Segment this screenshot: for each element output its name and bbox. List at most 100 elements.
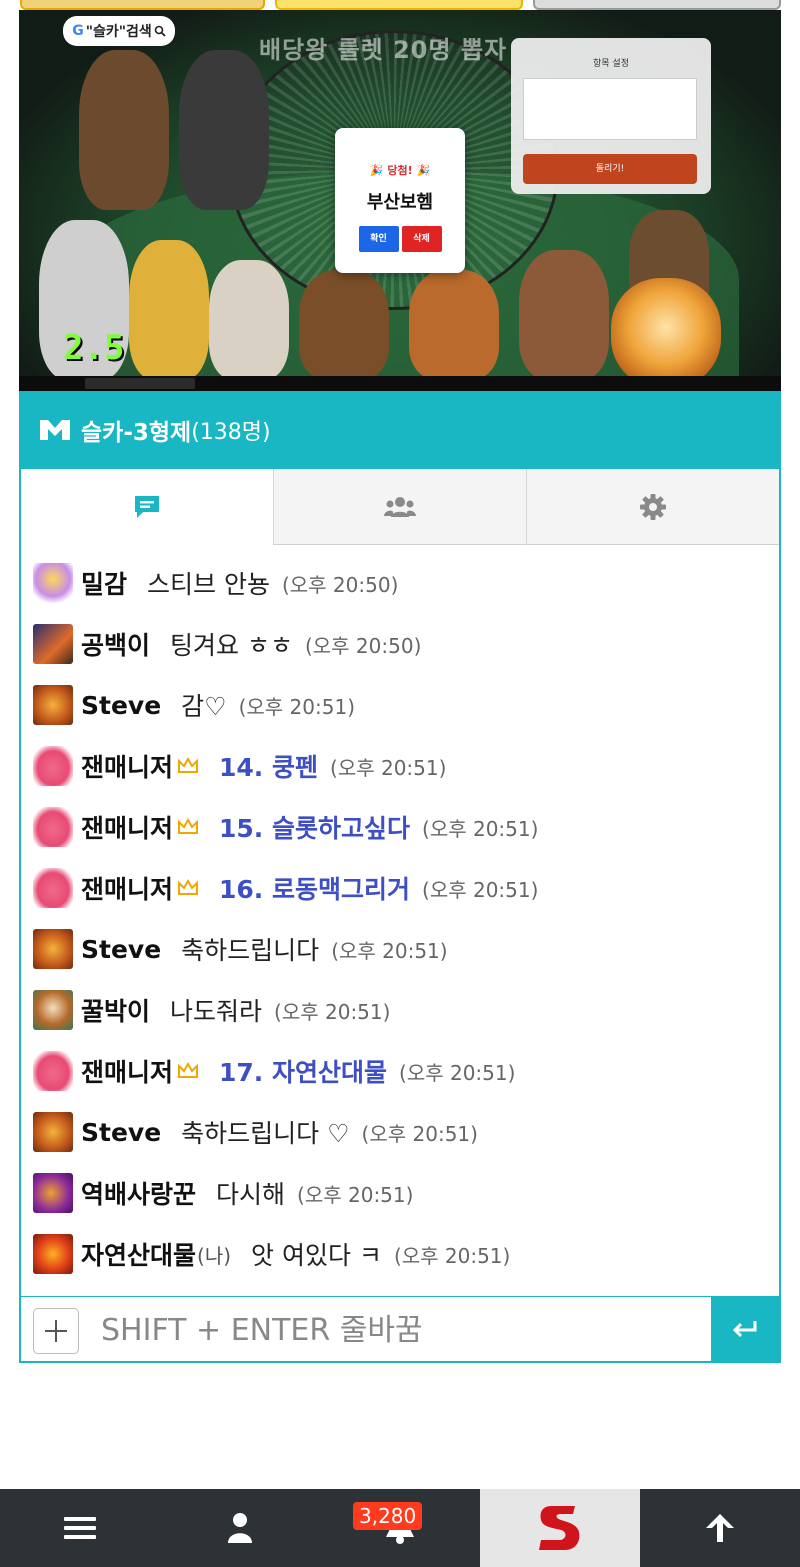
character-bear: [129, 240, 209, 380]
tab-chat[interactable]: [21, 469, 273, 545]
message-time: (오후 20:51): [422, 877, 539, 902]
fire-avatar[interactable]: [33, 1234, 73, 1274]
message-nickname[interactable]: 자연산대물: [81, 1236, 196, 1272]
chat-message: 공백이 팅겨요 ㅎㅎ (오후 20:50): [33, 622, 421, 666]
message-time: (오후 20:51): [361, 1121, 478, 1146]
message-time: (오후 20:51): [297, 1182, 414, 1207]
message-nickname[interactable]: Steve: [81, 935, 161, 964]
message-time: (오후 20:51): [399, 1060, 516, 1085]
magnifier-icon: [154, 25, 166, 37]
message-nickname[interactable]: Steve: [81, 1118, 161, 1147]
nav-scroll-top[interactable]: [640, 1489, 800, 1567]
gear-icon: [640, 493, 666, 520]
message-time: (오후 20:51): [393, 1243, 511, 1268]
envelope-logo-icon: [40, 420, 70, 440]
message-nickname[interactable]: 잰매니저: [81, 870, 173, 906]
message-nickname[interactable]: 꿀박이: [81, 992, 150, 1028]
message-text: 15. 슬롯하고싶다: [219, 814, 411, 843]
character-cat-bandana: [519, 250, 609, 380]
winner-name: 부산보헴: [366, 192, 434, 213]
character-cat-king: [409, 270, 499, 380]
lion-avatar[interactable]: [33, 929, 73, 969]
search-logo: G "슬카"검색: [63, 16, 175, 46]
dragon-avatar[interactable]: [33, 1173, 73, 1213]
chat-message: 잰매니저 17. 자연산대물 (오후 20:51): [33, 1049, 515, 1093]
pig-avatar[interactable]: [33, 868, 73, 908]
settings-panel: 항목 설정 돌리기!: [511, 38, 711, 194]
chat-room-count: (138명): [191, 420, 271, 445]
chat-input-bar: [19, 1296, 781, 1363]
logo-text: "슬카"검색: [85, 24, 152, 40]
arrow-up-icon: [706, 1514, 734, 1542]
lion-avatar[interactable]: [33, 1112, 73, 1152]
pig-avatar[interactable]: [33, 1051, 73, 1091]
nav-menu[interactable]: [0, 1489, 160, 1567]
chat-message: Steve 축하드립니다 (오후 20:51): [33, 927, 448, 971]
nav-site-logo[interactable]: [480, 1489, 640, 1567]
message-time: (오후 20:50): [281, 572, 399, 597]
chat-message-list[interactable]: 밀감 스티브 안뇽 (오후 20:50) 공백이 팅겨요 ㅎㅎ (오후 20:5…: [19, 545, 781, 1296]
chat-message: 잰매니저 16. 로동맥그리거 (오후 20:51): [33, 866, 538, 910]
crown-icon: [178, 1061, 199, 1078]
message-nickname[interactable]: Steve: [81, 691, 161, 720]
crown-icon: [178, 756, 199, 773]
beagle-avatar[interactable]: [33, 990, 73, 1030]
user-icon: [228, 1513, 252, 1543]
settings-item-list[interactable]: [523, 78, 697, 140]
tab-settings[interactable]: [526, 469, 779, 545]
message-text: 16. 로동맥그리거: [219, 875, 411, 904]
message-text: 14. 쿵펜: [219, 753, 319, 782]
enter-arrow-icon: [732, 1321, 757, 1338]
chat-room-header: 슬카-3형제 (138명): [19, 391, 781, 469]
chat-message: 밀감 스티브 안뇽 (오후 20:50): [33, 561, 398, 605]
settings-panel-title: 항목 설정: [593, 59, 629, 69]
site-logo: [539, 1506, 580, 1550]
character-fox: [79, 50, 169, 210]
delete-button[interactable]: 삭제: [401, 226, 442, 252]
message-nickname[interactable]: 잰매니저: [81, 748, 173, 784]
tiger-mascot: [611, 278, 721, 388]
message-time: (오후 20:51): [238, 694, 355, 719]
message-nickname[interactable]: 밀감: [81, 565, 127, 601]
chat-message: Steve 감♡ (오후 20:51): [33, 683, 355, 727]
live-video-player[interactable]: G "슬카"검색 배당왕 룰렛 20명 뽑자 항목 설정 돌리기! 🎉 당첨! …: [19, 10, 781, 391]
character-seal: [209, 260, 289, 380]
users-icon: [384, 496, 416, 517]
winner-modal: 🎉 당첨! 🎉 부산보헴 확인 삭제: [335, 128, 465, 273]
message-nickname[interactable]: 잰매니저: [81, 809, 173, 845]
message-nickname[interactable]: 잰매니저: [81, 1053, 173, 1089]
chat-message: 잰매니저 15. 슬롯하고싶다 (오후 20:51): [33, 805, 538, 849]
chat-room-title: 슬카-3형제: [81, 420, 192, 446]
plus-icon: [45, 1320, 67, 1342]
tab-users[interactable]: [273, 469, 526, 545]
taskbar-search: [85, 378, 195, 389]
message-text: 스티브 안뇽: [147, 570, 270, 599]
character-otter: [299, 270, 389, 380]
egg-avatar[interactable]: [33, 563, 73, 603]
google-g-icon: G: [72, 23, 84, 39]
confirm-button[interactable]: 확인: [358, 226, 399, 252]
message-nickname[interactable]: 공백이: [81, 626, 150, 662]
lion-avatar[interactable]: [33, 685, 73, 725]
message-text: 앗 여있다 ㅋ: [251, 1241, 382, 1270]
message-text: 다시해: [216, 1180, 286, 1209]
chat-tabs: [19, 469, 781, 545]
banner-ad-2[interactable]: [275, 0, 523, 10]
chat-message: 꿀박이 나도줘라 (오후 20:51): [33, 988, 390, 1032]
pig-avatar[interactable]: [33, 746, 73, 786]
chat-message-input[interactable]: [91, 1303, 701, 1357]
message-nickname[interactable]: 역배사랑꾼: [81, 1175, 196, 1211]
notification-count-badge: 3,280: [353, 1502, 423, 1530]
banner-ad-3[interactable]: [533, 0, 781, 10]
crown-icon: [178, 817, 199, 834]
nav-profile[interactable]: [160, 1489, 320, 1567]
banner-ad-1[interactable]: [20, 0, 265, 10]
dog-avatar[interactable]: [33, 624, 73, 664]
send-button[interactable]: [711, 1297, 779, 1361]
chat-message: 역배사랑꾼 다시해 (오후 20:51): [33, 1171, 413, 1215]
message-time: (오후 20:51): [274, 999, 391, 1024]
pig-avatar[interactable]: [33, 807, 73, 847]
stream-title: 배당왕 룰렛 20명 뽑자: [259, 36, 508, 64]
spin-button[interactable]: 돌리기!: [523, 154, 697, 184]
attach-button[interactable]: [33, 1308, 79, 1354]
